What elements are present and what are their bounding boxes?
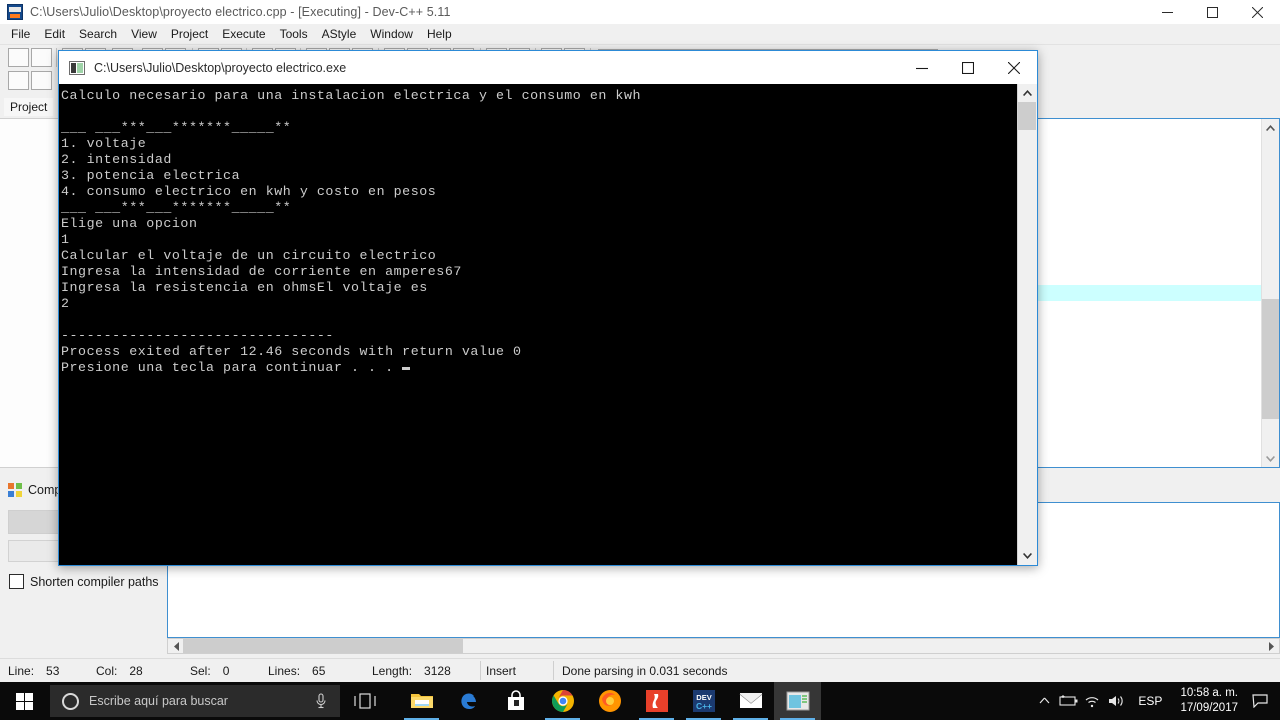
console-window-controls <box>899 51 1037 84</box>
scroll-left-icon[interactable] <box>168 639 183 653</box>
taskbar-mail[interactable] <box>727 682 774 720</box>
console-scroll-thumb[interactable] <box>1018 102 1036 130</box>
action-center-icon[interactable] <box>1246 682 1274 720</box>
editor-vertical-scrollbar[interactable] <box>1261 119 1279 467</box>
status-message: Done parsing in 0.031 seconds <box>562 663 728 678</box>
tab-project[interactable]: Project <box>4 98 54 116</box>
devcpp-title-text: C:\Users\Julio\Desktop\proyecto electric… <box>30 5 451 19</box>
taskbar-mozilla-firefox[interactable] <box>586 682 633 720</box>
console-maximize-button[interactable] <box>945 51 991 84</box>
devcpp-window-controls <box>1145 0 1280 24</box>
console-output-text: Calculo necesario para una instalacion e… <box>61 88 642 375</box>
taskbar-app-buttons: DEV C++ <box>398 682 821 720</box>
minimize-button[interactable] <box>1145 0 1190 24</box>
taskbar-microsoft-store[interactable] <box>492 682 539 720</box>
shorten-compiler-paths-row[interactable]: Shorten compiler paths <box>9 574 159 589</box>
status-lines-value: 65 <box>312 663 326 678</box>
wifi-icon[interactable] <box>1080 682 1104 720</box>
editor-scroll-thumb[interactable] <box>1262 299 1279 419</box>
language-indicator[interactable]: ESP <box>1128 694 1172 708</box>
scroll-up-icon[interactable] <box>1262 119 1279 136</box>
menu-window[interactable]: Window <box>363 25 420 43</box>
status-line-label: Line: <box>8 663 35 678</box>
status-col-value: 28 <box>129 663 143 678</box>
windows-logo-icon <box>15 692 33 710</box>
menubar: File Edit Search View Project Execute To… <box>0 24 1280 44</box>
menu-astyle[interactable]: AStyle <box>315 25 364 43</box>
scroll-right-icon[interactable] <box>1264 639 1279 653</box>
console-vertical-scrollbar[interactable] <box>1017 84 1037 565</box>
status-lines-label: Lines: <box>268 663 301 678</box>
status-length-value: 3128 <box>424 663 451 678</box>
toolbar-add-to-project-button[interactable] <box>31 71 52 90</box>
console-scroll-up-icon[interactable] <box>1018 84 1036 102</box>
task-view-button[interactable] <box>342 682 388 720</box>
menu-tools[interactable]: Tools <box>273 25 315 43</box>
menu-execute[interactable]: Execute <box>215 25 272 43</box>
console-output-area[interactable]: Calculo necesario para una instalacion e… <box>59 84 1037 565</box>
menu-search[interactable]: Search <box>72 25 124 43</box>
status-sel-value: 0 <box>222 663 230 678</box>
menu-file[interactable]: File <box>4 25 37 43</box>
shorten-compiler-paths-label: Shorten compiler paths <box>30 574 159 589</box>
console-titlebar[interactable]: C:\Users\Julio\Desktop\proyecto electric… <box>59 51 1037 84</box>
scroll-down-icon[interactable] <box>1262 450 1279 467</box>
search-placeholder: Escribe aquí para buscar <box>89 694 228 708</box>
status-line-value: 53 <box>46 663 60 678</box>
svg-text:C++: C++ <box>695 701 711 711</box>
system-tray: ESP 10:58 a. m. 17/09/2017 <box>1032 682 1280 720</box>
taskbar-microsoft-edge[interactable] <box>445 682 492 720</box>
toolbar-open-file-button[interactable] <box>31 48 52 67</box>
status-bar: Line: 53 Col: 28 Sel: 0 Lines: 65 Length… <box>0 658 1280 682</box>
console-minimize-button[interactable] <box>899 51 945 84</box>
compiler-icon <box>8 483 22 497</box>
status-length-label: Length: <box>372 663 413 678</box>
taskbar-file-explorer[interactable] <box>398 682 445 720</box>
console-title-text: C:\Users\Julio\Desktop\proyecto electric… <box>94 60 347 75</box>
clock-date: 17/09/2017 <box>1180 702 1238 714</box>
windows-taskbar: Escribe aquí para buscar DEV C++ ESP 10:… <box>0 682 1280 720</box>
status-insert-mode: Insert <box>486 663 517 678</box>
status-col-label: Col: <box>96 663 118 678</box>
devcpp-app-icon <box>7 4 23 20</box>
shorten-compiler-paths-checkbox[interactable] <box>9 574 24 589</box>
toolbar-new-file-button[interactable] <box>8 48 29 67</box>
taskbar-google-chrome[interactable] <box>539 682 586 720</box>
start-button[interactable] <box>0 682 48 720</box>
log-scroll-thumb[interactable] <box>183 639 463 653</box>
clock-time: 10:58 a. m. <box>1180 687 1238 699</box>
taskbar-foxit-reader[interactable] <box>633 682 680 720</box>
console-window[interactable]: C:\Users\Julio\Desktop\proyecto electric… <box>58 50 1038 566</box>
toolbar-separator <box>56 48 57 67</box>
devcpp-titlebar: C:\Users\Julio\Desktop\proyecto electric… <box>0 0 1280 24</box>
microphone-icon[interactable] <box>314 693 328 709</box>
cortana-icon <box>62 692 79 710</box>
console-close-button[interactable] <box>991 51 1037 84</box>
screen: C:\Users\Julio\Desktop\proyecto electric… <box>0 0 1280 720</box>
close-button[interactable] <box>1235 0 1280 24</box>
taskbar-dev-cpp[interactable]: DEV C++ <box>680 682 727 720</box>
menu-edit[interactable]: Edit <box>37 25 72 43</box>
taskbar-console-window[interactable] <box>774 682 821 720</box>
taskbar-search-box[interactable]: Escribe aquí para buscar <box>50 685 340 717</box>
volume-icon[interactable] <box>1104 682 1128 720</box>
console-cursor <box>402 367 411 370</box>
show-hidden-icons-icon[interactable] <box>1032 682 1056 720</box>
status-divider <box>480 661 481 680</box>
battery-icon[interactable] <box>1056 682 1080 720</box>
maximize-button[interactable] <box>1190 0 1235 24</box>
menu-project[interactable]: Project <box>164 25 215 43</box>
compiler-log-horizontal-scrollbar[interactable] <box>167 638 1280 654</box>
console-scroll-down-icon[interactable] <box>1018 547 1036 565</box>
console-app-icon <box>69 60 85 75</box>
clock[interactable]: 10:58 a. m. 17/09/2017 <box>1172 686 1246 716</box>
menu-help[interactable]: Help <box>420 25 459 43</box>
toolbar-new-project-button[interactable] <box>8 71 29 90</box>
menu-view[interactable]: View <box>124 25 164 43</box>
status-sel-label: Sel: <box>190 663 211 678</box>
status-divider <box>553 661 554 680</box>
